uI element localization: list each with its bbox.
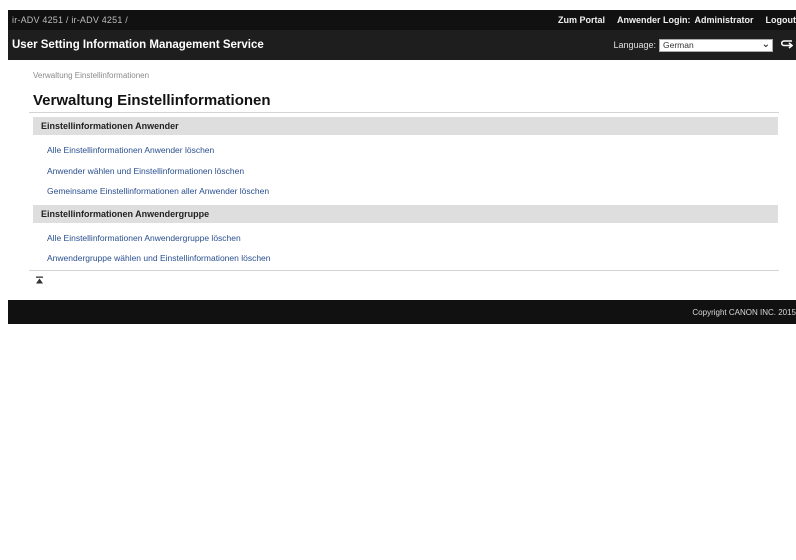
page-title: Verwaltung Einstellinformationen (33, 92, 271, 109)
section-header-user-groups: Einstellinformationen Anwendergruppe (33, 205, 778, 223)
delete-all-group-settings-link[interactable]: Alle Einstellinformationen Anwendergrupp… (47, 233, 241, 243)
header-links: Zum Portal Anwender Login: Administrator… (558, 15, 796, 25)
language-select[interactable]: German ⌄ (659, 38, 773, 52)
footer-bar: Copyright CANON INC. 2015 (8, 300, 796, 324)
section-header-users: Einstellinformationen Anwender (33, 117, 778, 135)
chevron-down-icon: ⌄ (761, 38, 770, 50)
language-select-value: German (663, 40, 694, 50)
select-group-delete-settings-link[interactable]: Anwendergruppe wählen und Einstellinform… (47, 253, 271, 263)
language-selector: Language: German ⌄ (613, 38, 796, 52)
service-title-bar: User Setting Information Management Serv… (8, 30, 796, 60)
logout-link[interactable]: Logout (766, 15, 796, 25)
portal-link[interactable]: Zum Portal (558, 15, 605, 25)
title-divider (29, 112, 779, 113)
login-label: Anwender Login: (616, 15, 691, 25)
user-name: Administrator (694, 15, 754, 25)
language-label: Language: (613, 40, 656, 50)
content-divider (29, 270, 779, 271)
logout-arrow-icon[interactable] (780, 38, 794, 52)
copyright-text: Copyright CANON INC. 2015 (692, 307, 796, 317)
delete-shared-settings-link[interactable]: Gemeinsame Einstellinformationen aller A… (47, 186, 269, 196)
delete-all-user-settings-link[interactable]: Alle Einstellinformationen Anwender lösc… (47, 145, 214, 155)
back-to-top-icon[interactable] (35, 276, 44, 285)
select-user-delete-settings-link[interactable]: Anwender wählen und Einstellinformatione… (47, 166, 244, 176)
service-title: User Setting Information Management Serv… (12, 39, 264, 51)
top-header-bar: ir-ADV 4251 / ir-ADV 4251 / Zum Portal A… (8, 10, 796, 30)
device-name: ir-ADV 4251 / ir-ADV 4251 / (12, 15, 128, 25)
breadcrumb[interactable]: Verwaltung Einstellinformationen (33, 71, 149, 80)
